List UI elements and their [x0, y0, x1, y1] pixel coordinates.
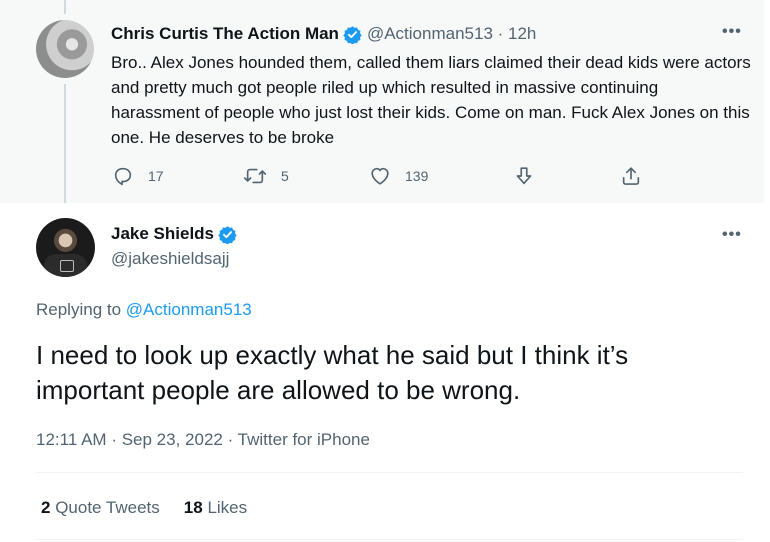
likes-link[interactable]: 18 Likes: [184, 498, 247, 518]
tweet-stats: 2 Quote Tweets 18 Likes: [41, 498, 247, 518]
author-handle[interactable]: @jakeshieldsajj: [111, 249, 229, 269]
tweet-source[interactable]: Twitter for iPhone: [238, 430, 370, 449]
divider: [36, 539, 743, 540]
reply-button[interactable]: 17: [112, 165, 164, 187]
retweet-button[interactable]: 5: [243, 165, 289, 187]
author-name-row: Jake Shields: [111, 224, 242, 244]
avatar-logo: [60, 260, 74, 272]
down-arrow-icon: [513, 165, 535, 187]
avatar[interactable]: [36, 20, 94, 78]
heart-icon: [369, 165, 391, 187]
verified-badge-icon: [218, 225, 237, 244]
likes-count: 18: [183, 498, 203, 517]
like-count: 139: [405, 168, 429, 184]
reply-count: 17: [148, 168, 164, 184]
verified-badge-icon: [343, 25, 362, 44]
author-handle[interactable]: @Actionman513: [367, 24, 493, 44]
divider: [36, 472, 743, 473]
replying-to: Replying to @Actionman513: [36, 300, 252, 320]
tweet-time[interactable]: 12h: [508, 24, 536, 44]
likes-label: Likes: [207, 498, 248, 517]
quote-tweets-label: Quote Tweets: [55, 498, 160, 517]
separator-dot: ·: [111, 430, 122, 449]
downvote-button[interactable]: [513, 165, 549, 187]
thread-line: [64, 0, 66, 14]
tweet-text: Bro.. Alex Jones hounded them, called th…: [111, 53, 751, 147]
share-icon: [620, 165, 642, 187]
tweet-header: Chris Curtis The Action Man @Actionman51…: [111, 24, 536, 44]
retweet-icon: [243, 165, 267, 187]
avatar[interactable]: [36, 218, 95, 277]
author-name[interactable]: Chris Curtis The Action Man: [111, 24, 339, 44]
author-name[interactable]: Jake Shields: [111, 224, 214, 244]
tweet-date[interactable]: Sep 23, 2022: [122, 430, 223, 449]
quote-tweets-link[interactable]: 2 Quote Tweets: [41, 498, 160, 518]
like-button[interactable]: 139: [369, 165, 428, 187]
tweet-text: I need to look up exactly what he said b…: [36, 340, 629, 405]
parent-tweet[interactable]: Chris Curtis The Action Man @Actionman51…: [0, 0, 764, 203]
quote-tweets-count: 2: [41, 498, 51, 517]
share-button[interactable]: [620, 165, 656, 187]
more-options-icon[interactable]: •••: [722, 23, 742, 41]
separator-dot: ·: [227, 430, 238, 449]
reply-icon: [112, 165, 134, 187]
tweet-actions: 17 5 139: [0, 165, 764, 191]
page-edge: [764, 0, 770, 542]
replying-handle-link[interactable]: @Actionman513: [126, 300, 252, 319]
tweet-time[interactable]: 12:11 AM: [36, 430, 107, 449]
tweet-meta: 12:11 AM · Sep 23, 2022 · Twitter for iP…: [36, 430, 370, 450]
separator-dot: ·: [492, 24, 509, 43]
retweet-count: 5: [281, 168, 289, 184]
more-options-icon[interactable]: •••: [722, 226, 742, 244]
replying-label: Replying to: [36, 300, 122, 319]
